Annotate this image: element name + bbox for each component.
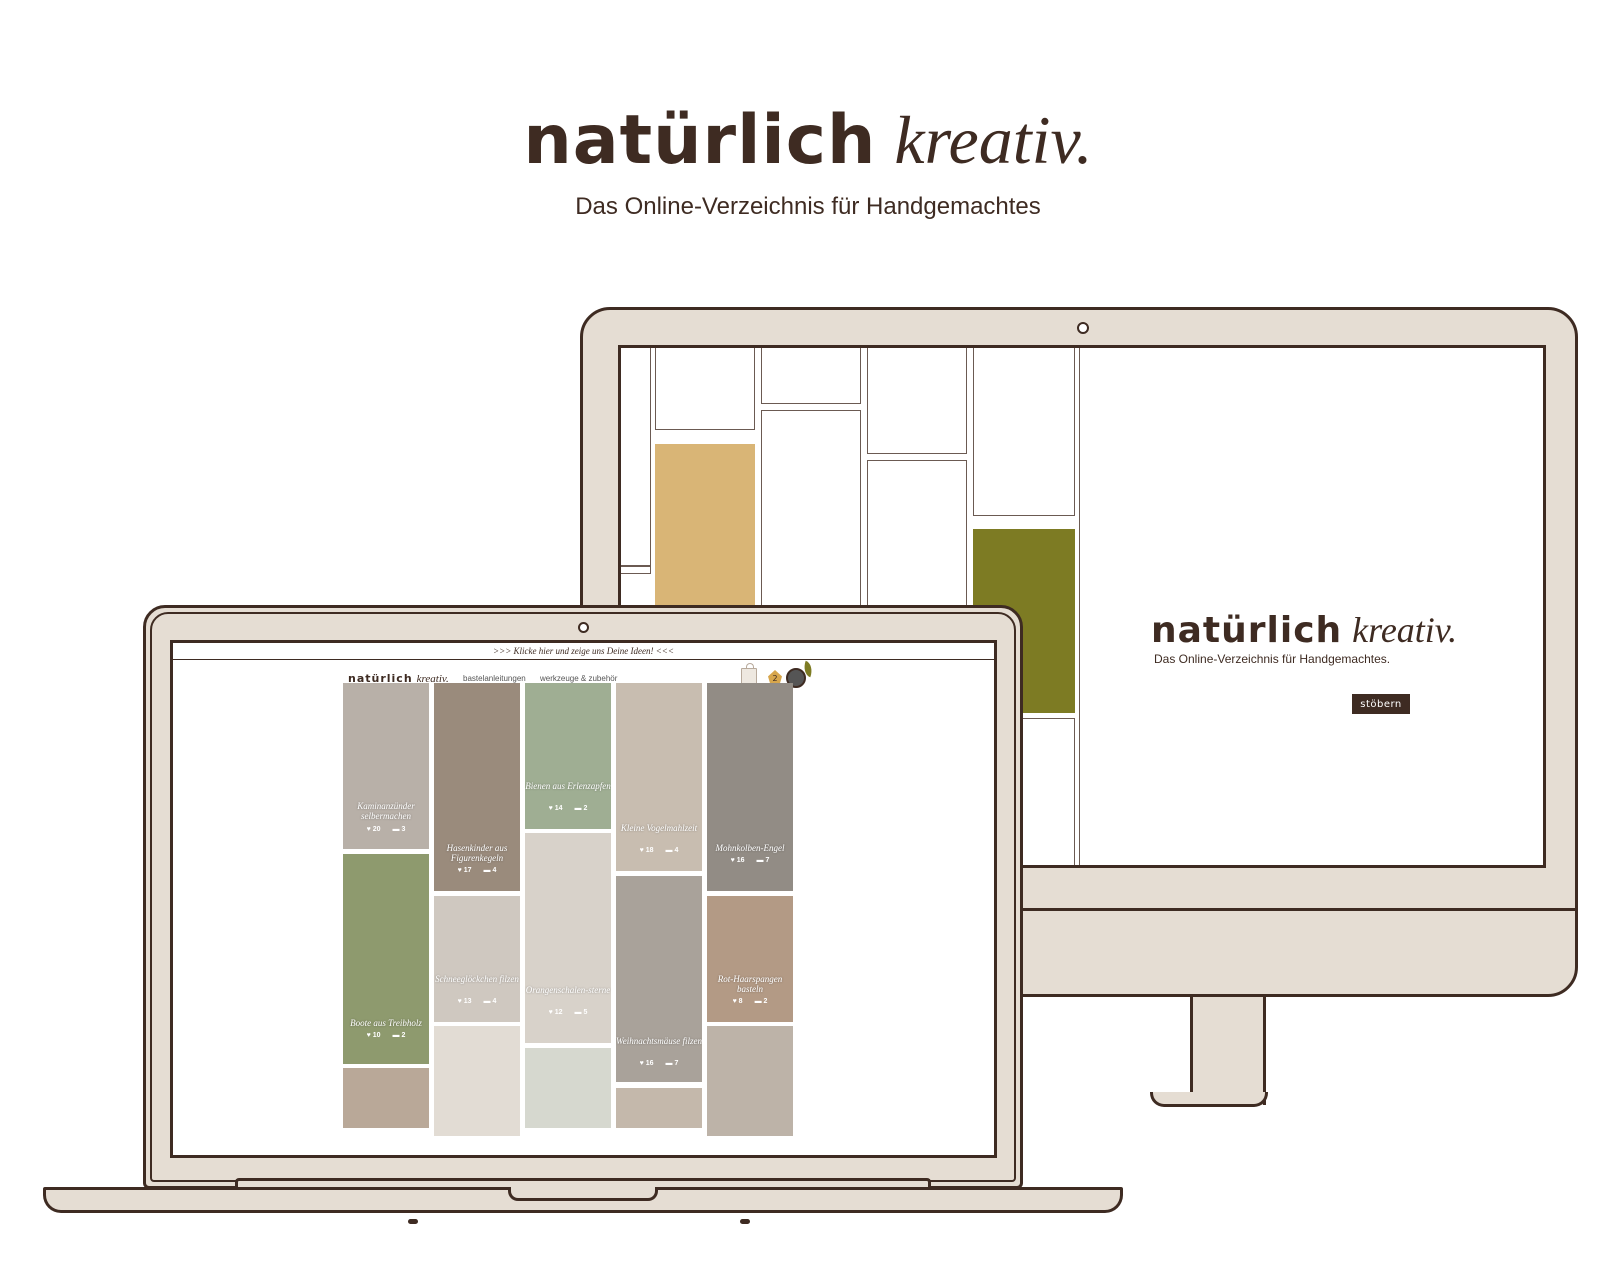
likes-count: 16 [645,1060,654,1067]
grid-tile [973,348,1075,516]
likes-count: 10 [372,1032,381,1039]
hero-panel [1079,348,1543,865]
card-stats: ♥ 14 ▬ 2 [548,805,588,812]
comments-count: 2 [583,805,588,812]
laptop-camera-icon [578,622,589,633]
likes-count: 13 [463,998,472,1005]
comments-count: 2 [401,1032,406,1039]
card-vogelmahlzeit[interactable]: Kleine Vogelmahlzeit ♥ 18 ▬ 4 [616,683,702,871]
hero-brand: natürlich kreativ. [1151,610,1457,651]
comments-count: 3 [401,826,406,833]
hero-tagline: Das Online-Verzeichnis für Handgemachtes… [1154,652,1391,666]
grid-tile [867,348,967,454]
card-stats: ♥ 12 ▬ 5 [548,1009,588,1016]
card-stats: ♥ 8 ▬ 2 [732,998,768,1005]
hero-brand-italic: kreativ. [1352,610,1458,650]
grid-tile [761,348,861,404]
promo-banner[interactable]: >>> Klicke hier und zeige uns Deine Idee… [173,643,994,660]
monitor-chin-divider [1012,908,1578,911]
nav-link-werkzeuge[interactable]: werkzeuge & zubehör [540,674,617,683]
likes-count: 20 [372,826,381,833]
laptop-foot [740,1219,750,1224]
card-title: Kleine Vogelmahlzeit [620,823,698,833]
browse-button[interactable]: stöbern [1352,694,1410,714]
card-image [616,683,702,871]
card-stats: ♥ 16 ▬ 7 [639,1060,679,1067]
likes-count: 17 [463,867,472,874]
card-bottles[interactable] [343,1068,429,1128]
likes-count: 16 [736,857,745,864]
brand-title: natürlich kreativ. [0,100,1616,181]
card-stats: ♥ 10 ▬ 2 [366,1032,406,1039]
card-image [616,876,702,1082]
card-bienen[interactable]: Bienen aus Erlenzapfen ♥ 14 ▬ 2 [525,683,611,829]
card-weihnachtsmaeuse[interactable]: Weihnachtsmäuse filzen ♥ 16 ▬ 7 [616,876,702,1082]
card-title: Boote aus Treibholz [350,1018,422,1028]
likes-count: 18 [645,847,654,854]
card-branches[interactable] [434,1026,520,1136]
card-stats: ♥ 16 ▬ 7 [730,857,770,864]
card-mohnkolben[interactable]: Mohnkolben-Engel ♥ 16 ▬ 7 [707,683,793,891]
monitor-camera-icon [1077,322,1089,334]
card-schneegloeckchen[interactable]: Schneeglöckchen filzen ♥ 13 ▬ 4 [434,896,520,1022]
likes-count: 12 [554,1009,563,1016]
comments-count: 4 [492,867,497,874]
monitor-stand-foot [1150,1092,1268,1107]
card-title: Kaminanzünder selbermachen [357,801,415,821]
likes-count: 8 [738,998,743,1005]
laptop-screen: >>> Klicke hier und zeige uns Deine Idee… [170,640,997,1158]
nav-link-bastelanleitungen[interactable]: bastelanleitungen [463,674,526,683]
monitor-stand [1190,997,1266,1105]
grid-tile [621,566,651,574]
laptop-foot [408,1219,418,1224]
card-kaminanzuender[interactable]: Kaminanzünder selbermachen ♥ 20 ▬ 3 [343,683,429,849]
card-flowers[interactable] [525,1048,611,1128]
comments-count: 5 [583,1009,588,1016]
card-fabric[interactable] [616,1088,702,1128]
card-title: Schneeglöckchen filzen [435,974,519,984]
brand-title-italic: kreativ. [894,102,1093,178]
comments-count: 7 [765,857,770,864]
card-title: Orangenschalen-sterne [525,985,611,995]
card-stats: ♥ 13 ▬ 4 [457,998,497,1005]
card-nest[interactable] [707,1026,793,1136]
hero-brand-bold: natürlich [1151,610,1343,651]
comments-count: 7 [674,1060,679,1067]
card-title: Weihnachtsmäuse filzen [616,1036,702,1046]
card-stats: ♥ 18 ▬ 4 [639,847,679,854]
comments-count: 2 [763,998,768,1005]
card-title: Bienen aus Erlenzapfen [525,781,611,791]
comments-count: 4 [674,847,679,854]
card-image [343,683,429,849]
card-title: Rot-Haarspangen basteln [717,974,783,994]
card-boote[interactable]: Boote aus Treibholz ♥ 10 ▬ 2 [343,854,429,1064]
likes-count: 14 [554,805,563,812]
card-hasenkinder[interactable]: Hasenkinder aus Figurenkegeln ♥ 17 ▬ 4 [434,683,520,891]
card-title: Hasenkinder aus Figurenkegeln [446,843,508,863]
card-stats: ♥ 20 ▬ 3 [366,826,406,833]
brand-tagline: Das Online-Verzeichnis für Handgemachtes [575,193,1041,220]
card-orangenschalen[interactable]: Orangenschalen-sterne ♥ 12 ▬ 5 [525,833,611,1043]
brand-title-bold: natürlich [523,101,877,180]
laptop-trackpad-notch [508,1187,658,1201]
comments-count: 4 [492,998,497,1005]
card-haarspangen[interactable]: Rot-Haarspangen basteln ♥ 8 ▬ 2 [707,896,793,1022]
grid-tile [655,348,755,430]
grid-tile [621,348,651,566]
card-title: Mohnkolben-Engel [715,843,785,853]
card-stats: ♥ 17 ▬ 4 [457,867,497,874]
